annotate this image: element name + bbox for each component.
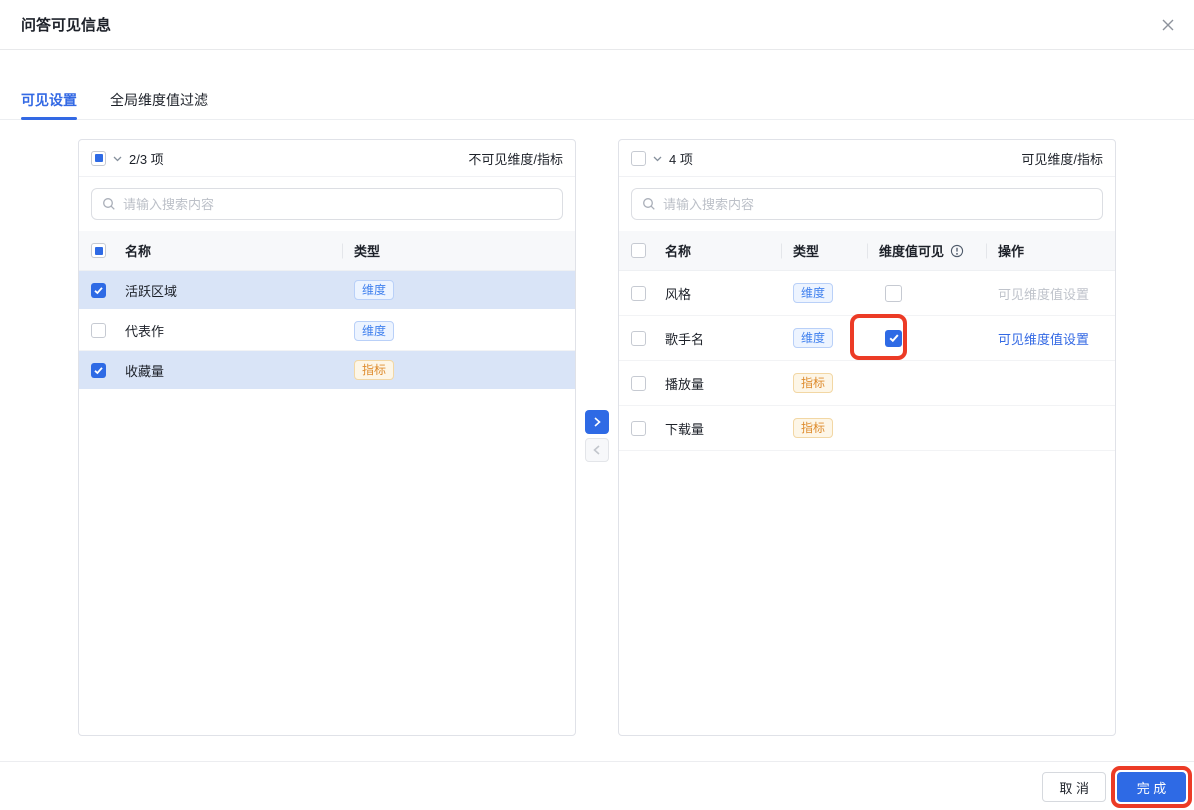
cancel-button[interactable]: 取 消 [1042,772,1106,802]
header-checkbox[interactable] [631,243,646,258]
dialog-header: 问答可见信息 [0,0,1194,50]
column-header-type: 类型 [781,241,867,260]
tab-visible-settings[interactable]: 可见设置 [21,84,77,120]
column-header-name: 名称 [665,244,692,259]
row-checkbox[interactable] [91,362,106,378]
row-name: 代表作 [125,324,165,339]
search-box [631,188,1103,220]
row-checkbox[interactable] [631,330,646,346]
search-area [619,177,1115,231]
type-badge: 指标 [354,360,395,380]
move-left-button[interactable] [585,438,609,462]
row-name: 下载量 [665,421,705,437]
info-icon[interactable] [950,244,964,258]
type-badge: 维度 [354,320,395,341]
row-checkbox[interactable] [631,285,646,301]
table-row[interactable]: 歌手名 维度 可见维度值设置 [619,316,1115,361]
row-checkbox[interactable] [91,323,106,338]
table-row[interactable]: 风格 维度 可见维度值设置 [619,271,1115,316]
dim-visible-checkbox[interactable] [885,284,902,302]
footer: 取 消 完 成 [1042,772,1186,802]
type-badge: 维度 [793,283,834,303]
chevron-down-icon[interactable] [652,153,663,164]
search-area [79,177,575,231]
table-row[interactable]: 收藏量 指标 [79,351,575,391]
selected-count: 2/3 项 [129,151,164,167]
confirm-button[interactable]: 完 成 [1117,772,1186,802]
table-row[interactable]: 活跃区域 维度 [79,271,575,311]
row-checkbox[interactable] [631,420,646,436]
table-header: 名称 类型 [79,231,575,271]
visible-info-dialog: 问答可见信息 可见设置 全局维度值过滤 2/3 项 不可见维度/指标 请输入搜索… [0,0,1194,810]
row-name: 歌手名 [665,331,705,347]
type-badge: 维度 [793,328,834,348]
search-icon [102,197,116,211]
visible-panel-header: 4 项 可见维度/指标 [619,140,1115,177]
dim-value-settings-link: 可见维度值设置 [998,286,1090,302]
close-icon[interactable] [1156,13,1180,37]
type-badge: 指标 [793,418,834,438]
table-header: 名称 类型 维度值可见 操作 [619,231,1115,271]
column-header-action: 操作 [986,241,1115,260]
dim-visible-checkbox[interactable] [885,329,902,347]
tab-global-dim-filter[interactable]: 全局维度值过滤 [110,84,208,119]
row-name: 播放量 [665,376,705,392]
footer-divider [0,761,1194,762]
search-box [91,188,563,220]
table-row[interactable]: 播放量 指标 [619,361,1115,406]
table-row[interactable]: 代表作 维度 [79,311,575,351]
chevron-down-icon[interactable] [112,153,123,164]
panel-title: 可见维度/指标 [1021,151,1103,167]
search-icon [642,197,656,211]
invisible-panel-header: 2/3 项 不可见维度/指标 [79,140,575,177]
selected-count: 4 项 [669,151,693,167]
header-checkbox[interactable] [91,243,106,258]
select-all-checkbox[interactable] [631,150,646,166]
move-right-button[interactable] [585,410,609,434]
row-checkbox[interactable] [91,282,106,298]
visible-panel: 4 项 可见维度/指标 名称 类型 维度值可见 操作 [618,139,1116,736]
table-row[interactable]: 下载量 指标 [619,406,1115,451]
invisible-panel: 2/3 项 不可见维度/指标 名称 类型 活跃区域 维度 [78,139,576,736]
search-input[interactable] [123,196,552,212]
type-badge: 维度 [354,280,395,300]
dialog-title: 问答可见信息 [21,17,112,34]
panel-title: 不可见维度/指标 [468,151,563,167]
row-name: 风格 [665,286,692,302]
row-checkbox[interactable] [631,375,646,391]
row-name: 收藏量 [125,363,165,379]
dim-value-settings-link[interactable]: 可见维度值设置 [998,332,1089,347]
column-header-dim-visible: 维度值可见 [867,241,986,260]
select-all-checkbox[interactable] [91,150,106,166]
type-badge: 指标 [793,373,834,393]
row-name: 活跃区域 [125,283,178,299]
tab-bar: 可见设置 全局维度值过滤 [0,84,1194,120]
column-header-type: 类型 [342,241,575,260]
column-header-name: 名称 [125,244,152,259]
search-input[interactable] [663,196,1092,212]
